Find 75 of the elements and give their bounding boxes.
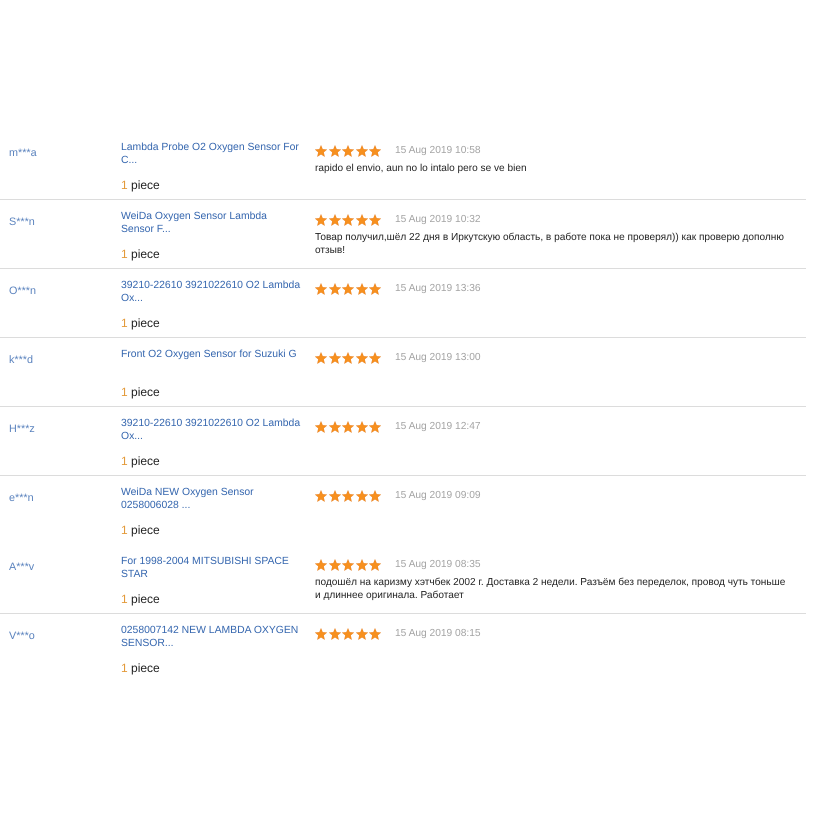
review-date: 15 Aug 2019 08:35 — [395, 558, 481, 572]
reviewer-name: A***v — [9, 561, 34, 574]
star-icon — [328, 214, 340, 226]
reviewer-name: O***n — [9, 285, 36, 298]
quantity-text: 1 piece — [121, 247, 160, 261]
review-date: 15 Aug 2019 12:47 — [395, 420, 481, 434]
star-icon — [342, 421, 354, 433]
product-link[interactable]: WeiDa NEW Oxygen Sensor 0258006028 ... — [121, 486, 301, 512]
star-icon — [342, 145, 354, 157]
product-link[interactable]: Front O2 Oxygen Sensor for Suzuki G — [121, 348, 301, 374]
review-date: 15 Aug 2019 09:09 — [395, 489, 481, 503]
reviewer-name: H***z — [9, 423, 35, 436]
review-date: 15 Aug 2019 08:15 — [395, 627, 481, 641]
product-link[interactable]: WeiDa Oxygen Sensor Lambda Sensor F... — [121, 210, 301, 236]
star-icon — [342, 283, 354, 295]
reviewer-name: e***n — [9, 492, 34, 505]
star-icon — [328, 421, 340, 433]
star-icon — [369, 559, 381, 571]
quantity-text: 1 piece — [121, 385, 160, 399]
star-icon — [356, 145, 368, 157]
star-icon — [356, 628, 368, 640]
star-icon — [315, 145, 327, 157]
reviewer-name: V***o — [9, 630, 35, 643]
star-icon — [342, 559, 354, 571]
star-icon — [342, 490, 354, 502]
star-icon — [328, 628, 340, 640]
star-icon — [369, 214, 381, 226]
product-link[interactable]: 0258007142 NEW LAMBDA OXYGEN SENSOR... — [121, 624, 301, 650]
quantity-text: 1 piece — [121, 178, 160, 192]
star-icon — [369, 283, 381, 295]
star-icon — [369, 421, 381, 433]
star-icon — [315, 628, 327, 640]
product-link[interactable]: Lambda Probe O2 Oxygen Sensor For C... — [121, 141, 301, 167]
reviewer-name: S***n — [9, 216, 35, 229]
review-date: 15 Aug 2019 10:32 — [395, 213, 481, 227]
star-icon — [315, 559, 327, 571]
star-icon — [328, 283, 340, 295]
quantity-text: 1 piece — [121, 316, 160, 330]
star-icon — [342, 628, 354, 640]
review-text: подошёл на каризму хэтчбек 2002 г. Доставка 2 недели. Разъём без переделок, провод чуть тоньше и длиннее оригинала. Работает — [315, 576, 786, 602]
quantity-text: 1 piece — [121, 454, 160, 468]
review-date: 15 Aug 2019 13:00 — [395, 351, 481, 365]
star-icon — [369, 490, 381, 502]
product-link[interactable]: For 1998-2004 MITSUBISHI SPACE STAR — [121, 555, 301, 581]
star-icon — [356, 490, 368, 502]
reviewer-name: k***d — [9, 354, 34, 367]
star-icon — [342, 352, 354, 364]
star-icon — [328, 352, 340, 364]
star-icon — [369, 145, 381, 157]
quantity-text: 1 piece — [121, 592, 160, 606]
star-icon — [328, 145, 340, 157]
star-icon — [315, 283, 327, 295]
product-link[interactable]: 39210-22610 3921022610 O2 Lambda Ox... — [121, 417, 301, 443]
review-text: rapido el envio, aun no lo intalo pero se ve bien — [315, 162, 528, 175]
star-icon — [328, 559, 340, 571]
star-icon — [328, 490, 340, 502]
review-date: 15 Aug 2019 10:58 — [395, 144, 481, 158]
star-icon — [369, 352, 381, 364]
star-icon — [315, 352, 327, 364]
star-icon — [356, 214, 368, 226]
quantity-text: 1 piece — [121, 523, 160, 537]
review-text: Товар получил,шёл 22 дня в Иркутскую область, в работе пока не проверял)) как проверю дополню отзыв! — [315, 231, 785, 257]
star-icon — [356, 421, 368, 433]
quantity-text: 1 piece — [121, 661, 160, 675]
reviewer-name: m***a — [9, 147, 37, 160]
star-icon — [356, 352, 368, 364]
review-date: 15 Aug 2019 13:36 — [395, 282, 481, 296]
star-icon — [315, 214, 327, 226]
star-icon — [356, 283, 368, 295]
star-icon — [356, 559, 368, 571]
star-icon — [342, 214, 354, 226]
product-link[interactable]: 39210-22610 3921022610 O2 Lambda Ox... — [121, 279, 301, 305]
star-icon — [315, 490, 327, 502]
star-icon — [315, 421, 327, 433]
star-icon — [369, 628, 381, 640]
